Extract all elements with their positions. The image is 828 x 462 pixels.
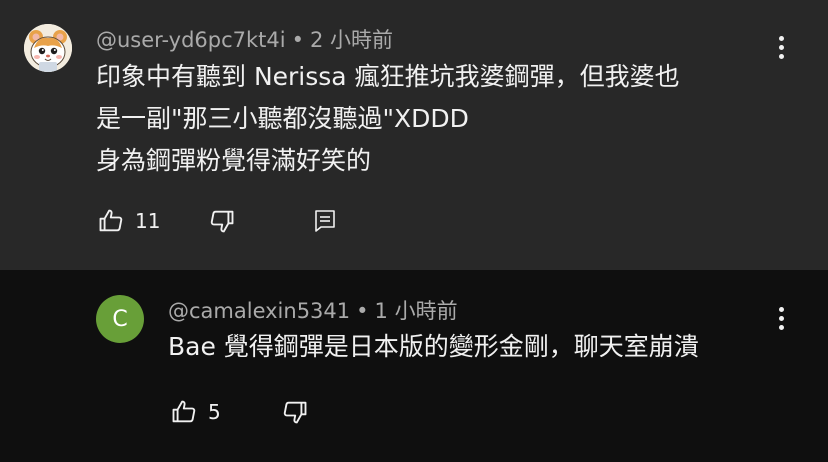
comment-time[interactable]: 2 小時前 <box>310 28 393 52</box>
dislike-button[interactable] <box>281 398 309 426</box>
reply-time[interactable]: 1 小時前 <box>375 299 458 323</box>
reply-line: Bae 覺得鋼彈是日本版的變形金剛，聊天室崩潰 <box>168 332 699 361</box>
comment-thread: @user-yd6pc7kt4i • 2 小時前 印象中有聽到 Nerissa 瘋狂… <box>0 0 828 270</box>
reply-text: Bae 覺得鋼彈是日本版的變形金剛，聊天室崩潰 <box>168 326 699 368</box>
reply-button[interactable] <box>313 208 337 234</box>
avatar[interactable] <box>24 24 72 72</box>
thumb-down-icon <box>283 401 307 424</box>
comment-text: 印象中有聽到 Nerissa 瘋狂推坑我婆鋼彈，但我婆也 是一副"那三小聽都沒聽… <box>96 56 680 182</box>
comment-line: 是一副"那三小聽都沒聽過"XDDD <box>96 104 469 133</box>
dislike-button[interactable] <box>208 207 236 235</box>
comment-line: 印象中有聽到 Nerissa 瘋狂推坑我婆鋼彈，但我婆也 <box>96 62 680 91</box>
hamster-avatar-icon <box>24 24 72 72</box>
comment-line: 身為鋼彈粉覺得滿好笑的 <box>96 146 372 175</box>
comment-author[interactable]: @user-yd6pc7kt4i <box>96 28 286 52</box>
like-button[interactable]: 5 <box>170 398 221 426</box>
avatar[interactable]: C <box>96 295 144 343</box>
avatar-letter: C <box>112 306 128 332</box>
reply-author[interactable]: @camalexin5341 <box>168 299 350 323</box>
separator-dot: • <box>291 28 305 52</box>
comment-meta: @user-yd6pc7kt4i • 2 小時前 <box>96 24 393 54</box>
thumb-down-icon <box>210 210 234 233</box>
separator-dot: • <box>356 299 369 323</box>
more-actions-button[interactable] <box>769 32 793 62</box>
thumb-up-icon <box>99 209 123 232</box>
more-vert-icon <box>778 35 784 41</box>
like-count: 5 <box>208 400 221 424</box>
reply-meta: @camalexin5341 • 1 小時前 <box>168 295 458 325</box>
like-button[interactable]: 11 <box>97 207 160 235</box>
comment-icon <box>315 210 335 232</box>
thumb-up-icon <box>172 400 196 423</box>
like-count: 11 <box>135 209 161 233</box>
more-actions-button[interactable] <box>769 303 793 333</box>
more-vert-icon <box>778 306 784 312</box>
